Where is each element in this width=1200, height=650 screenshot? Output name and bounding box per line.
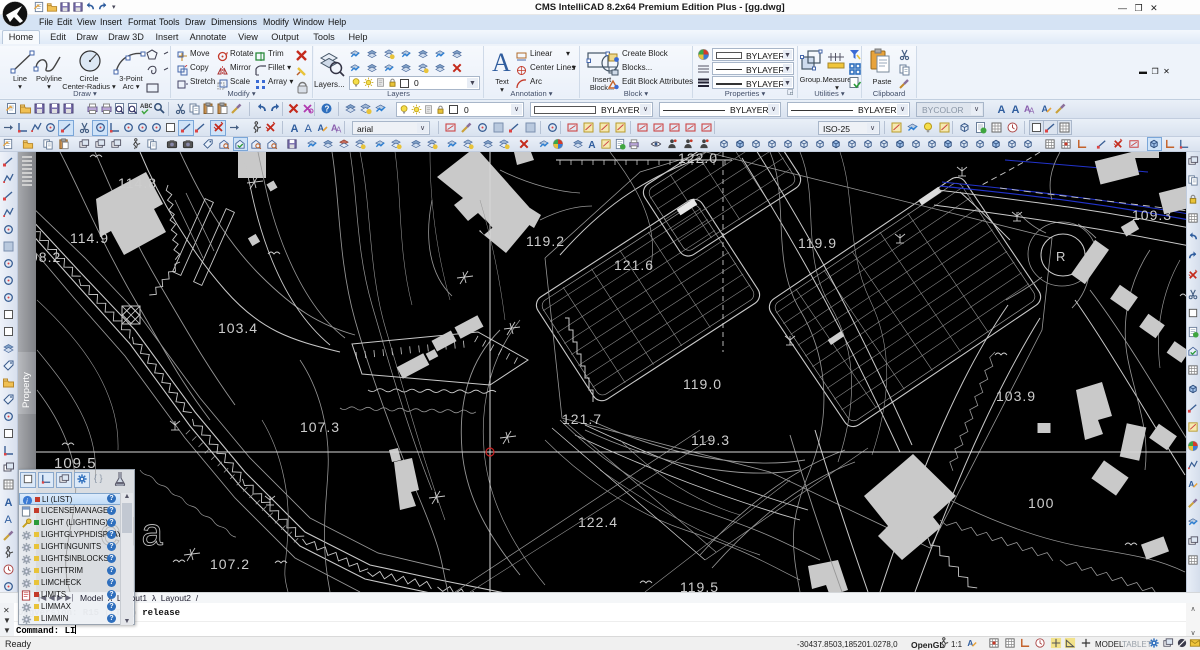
svg-text:A: A xyxy=(291,123,299,134)
svg-text:A: A xyxy=(336,126,342,135)
svg-text:A: A xyxy=(967,638,973,648)
svg-text:ABC: ABC xyxy=(140,104,152,110)
svg-text:A: A xyxy=(588,140,596,150)
svg-text:?: ? xyxy=(325,104,330,113)
svg-text:A: A xyxy=(318,123,325,133)
svg-text:A: A xyxy=(5,497,13,508)
svg-text:A: A xyxy=(305,123,313,134)
svg-text:A: A xyxy=(998,104,1006,115)
svg-text:A: A xyxy=(1029,107,1035,116)
svg-text:A: A xyxy=(5,514,13,525)
svg-text:A: A xyxy=(1042,104,1049,114)
svg-text:A: A xyxy=(1188,479,1194,489)
svg-text:A: A xyxy=(1012,104,1020,115)
